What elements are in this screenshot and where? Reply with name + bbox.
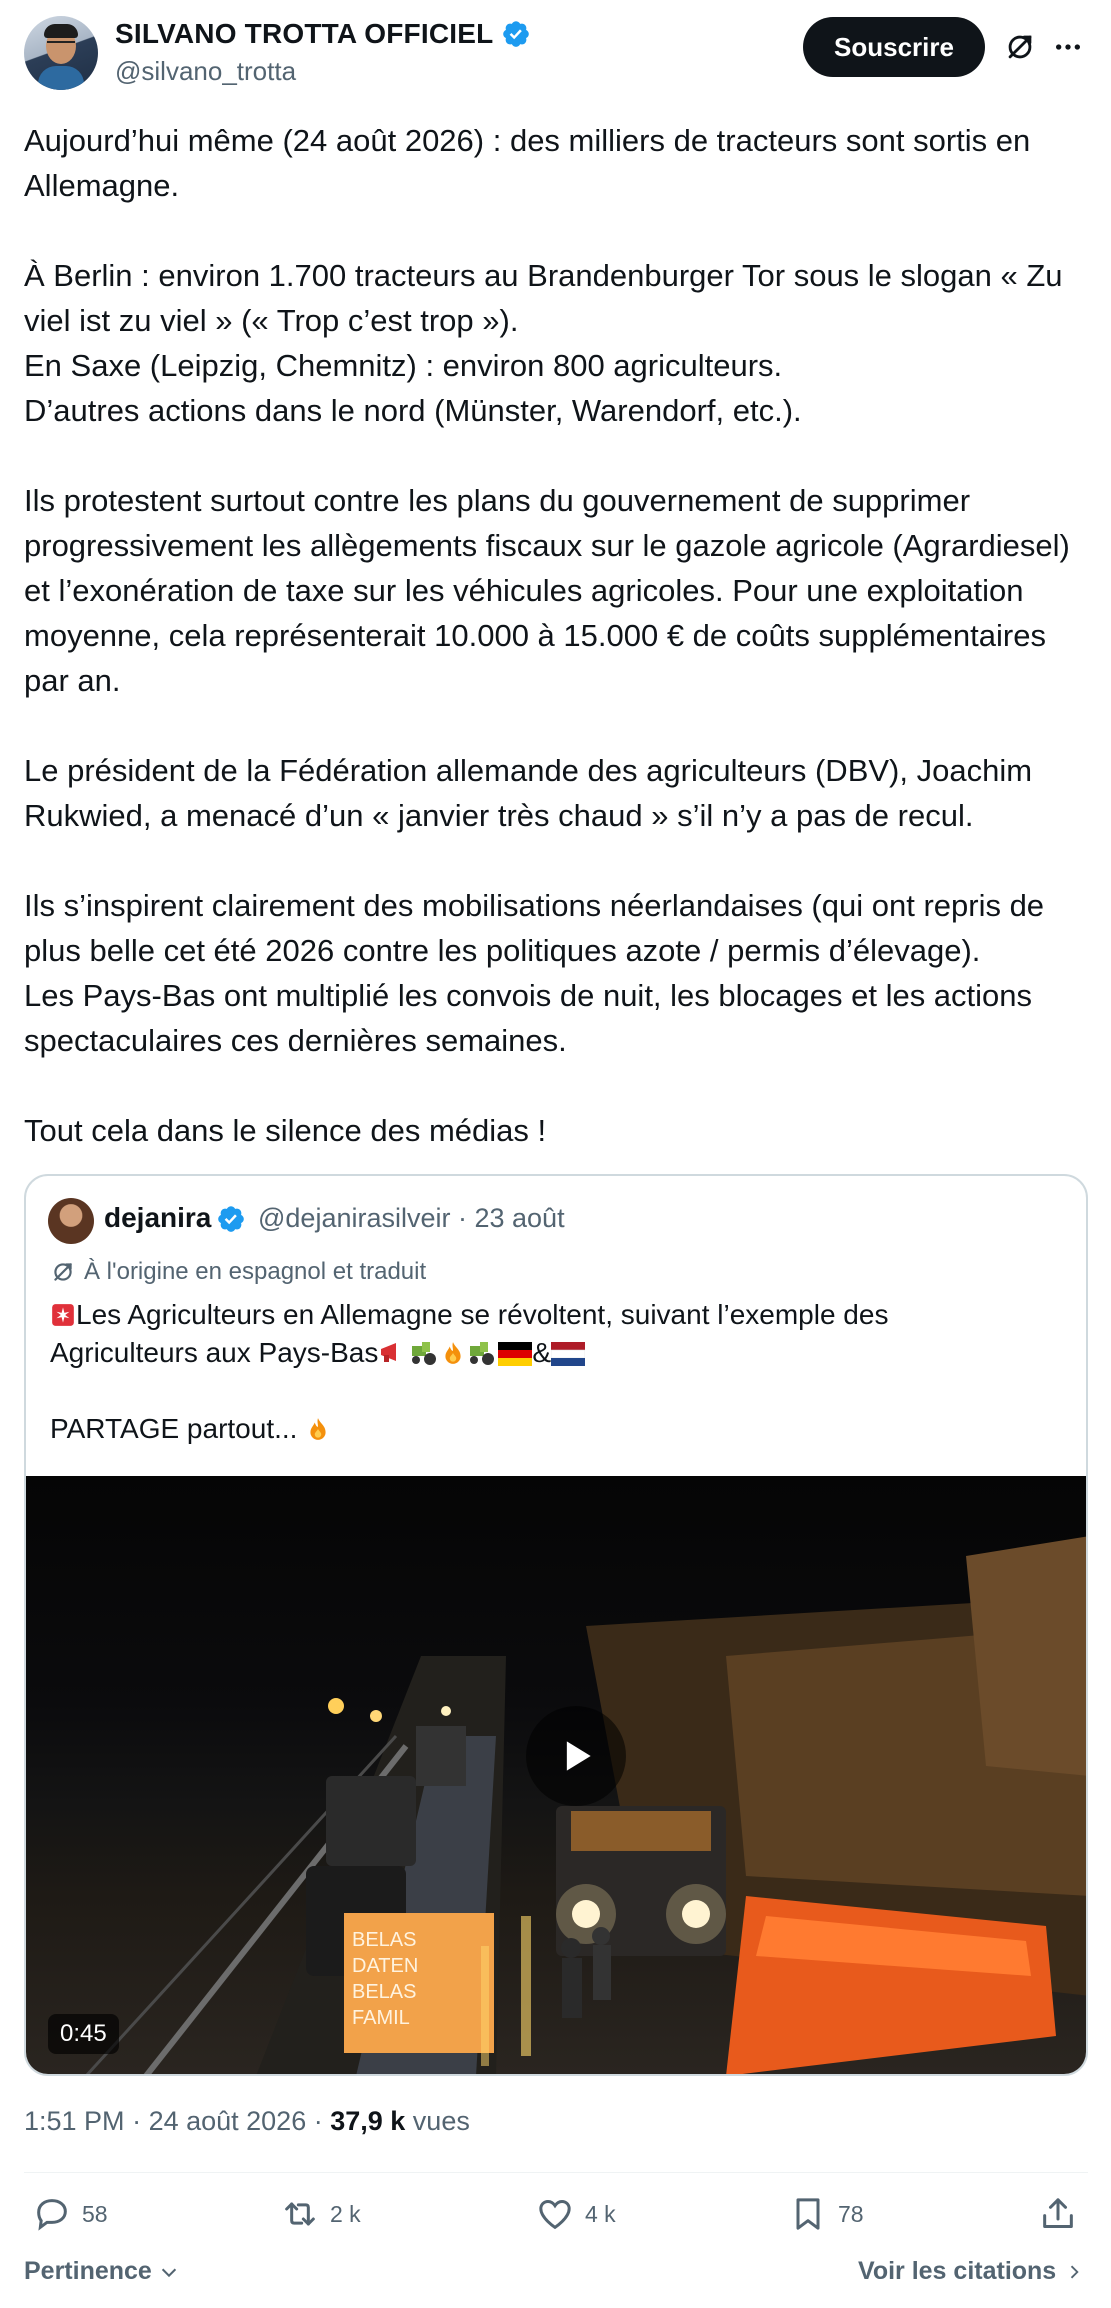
sort-dropdown[interactable]: Pertinence [24, 2257, 180, 2286]
reply-icon [37, 2199, 67, 2231]
svg-text:FAMIL: FAMIL [352, 2007, 410, 2029]
quoted-post-date[interactable]: 23 août [474, 1203, 564, 1233]
bookmark-button[interactable]: 78 [788, 2194, 864, 2234]
play-button[interactable] [526, 1706, 626, 1806]
post-paragraph: Les Pays-Bas ont multiplié les convois d… [24, 978, 1033, 1058]
author-name-row[interactable]: SILVANO TROTTA OFFICIEL [115, 18, 531, 50]
translate-icon[interactable] [1000, 27, 1040, 67]
chevron-right-icon [1071, 2265, 1079, 2278]
heart-icon [539, 2199, 571, 2230]
verified-badge-icon [218, 1206, 244, 1232]
see-quotes-label: Voir les citations [858, 2257, 1057, 2285]
views-count: 37,9 k [330, 2106, 406, 2136]
svg-text:BELAS: BELAS [352, 1929, 416, 1951]
author-avatar[interactable] [24, 16, 98, 90]
netherlands-flag-icon [551, 1342, 586, 1366]
quoted-author-avatar[interactable] [48, 1198, 94, 1244]
rotating-light-emoji-icon [52, 1304, 74, 1326]
bookmark-icon [796, 2198, 820, 2230]
more-icon[interactable] [1048, 27, 1088, 67]
quoted-author-handle-and-date: @dejanirasilveir · 23 août [258, 1203, 565, 1233]
germany-flag-icon [498, 1342, 533, 1366]
verified-badge-icon [503, 21, 530, 47]
share-icon [1043, 2198, 1073, 2228]
svg-text:DATEN: DATEN [352, 1955, 418, 1977]
post-paragraph: Ils protestent surtout contre les plans … [24, 483, 1070, 698]
like-button[interactable]: 4 k [535, 2194, 616, 2234]
post-paragraph: Aujourd’hui même (24 août 2026) : des mi… [24, 123, 1031, 203]
reply-count: 58 [82, 2200, 108, 2227]
post-date[interactable]: 24 août 2026 [149, 2106, 307, 2136]
quoted-author-name[interactable]: dejanira [104, 1202, 211, 1234]
fire-emoji-icon [445, 1342, 461, 1364]
like-count: 4 k [585, 2200, 616, 2227]
reply-button[interactable]: 58 [32, 2194, 108, 2234]
repost-count: 2 k [330, 2200, 361, 2227]
megaphone-emoji-icon [381, 1343, 397, 1362]
post-time[interactable]: 1:51 PM [24, 2106, 125, 2136]
video-duration-badge: 0:45 [48, 2014, 119, 2054]
see-quotes-link[interactable]: Voir les citations [858, 2257, 1084, 2286]
tractor-emoji-icon [412, 1342, 437, 1365]
post-text: Aujourd’hui même (24 août 2026) : des mi… [24, 118, 1090, 1153]
post-paragraph: En Saxe (Leipzig, Chemnitz) : environ 80… [24, 348, 783, 383]
quoted-post-text: Les Agriculteurs en Allemagne se révolte… [50, 1299, 889, 1444]
tractor-emoji-icon [470, 1342, 495, 1365]
quoted-author-handle[interactable]: @dejanirasilveir [258, 1203, 450, 1233]
quoted-post[interactable]: dejanira @dejanirasilveir · 23 août À l'… [24, 1174, 1088, 2076]
subscribe-button[interactable]: Souscrire [803, 17, 985, 77]
post-paragraph: Tout cela dans le silence des médias ! [24, 1113, 547, 1148]
play-icon [566, 1741, 591, 1771]
translated-note: À l'origine en espagnol et traduit [50, 1258, 426, 1286]
post-paragraph: D’autres actions dans le nord (Münster, … [24, 393, 802, 428]
post-paragraph: Le président de la Fédération allemande … [24, 753, 1033, 833]
post-meta: 1:51 PM · 24 août 2026 · 37,9 k vues [24, 2106, 470, 2136]
post-paragraph: Ils s’inspirent clairement des mobilisat… [24, 888, 1045, 968]
translate-icon [54, 1263, 72, 1281]
repost-icon [285, 2202, 315, 2226]
post-paragraph: À Berlin : environ 1.700 tracteurs au Br… [24, 258, 1063, 338]
author-handle[interactable]: @silvano_trotta [115, 56, 296, 87]
share-button[interactable] [1038, 2194, 1078, 2234]
action-bar: 58 2 k 4 k 78 [0, 2188, 1111, 2244]
fire-emoji-icon [310, 1418, 326, 1440]
chevron-down-icon [161, 2268, 176, 2277]
sort-label: Pertinence [24, 2257, 152, 2285]
svg-text:BELAS: BELAS [352, 1981, 416, 2003]
views-label: vues [405, 2106, 470, 2136]
divider [24, 2172, 1088, 2173]
repost-button[interactable]: 2 k [280, 2194, 361, 2234]
video-player[interactable]: BELAS DATEN BELAS FAMIL 0:45 [26, 1476, 1086, 2074]
post-header: SILVANO TROTTA OFFICIEL @silvano_trotta … [0, 0, 1111, 110]
bookmark-count: 78 [838, 2200, 864, 2227]
author-display-name[interactable]: SILVANO TROTTA OFFICIEL [115, 18, 493, 50]
